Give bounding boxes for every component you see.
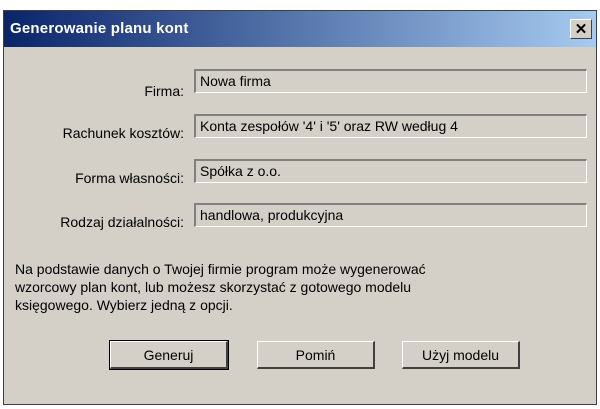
forma-wlasnosci-label: Forma własności: xyxy=(75,170,184,186)
title-bar[interactable]: Generowanie planu kont ✕ xyxy=(4,11,596,47)
rodzaj-dzialalnosci-field: handlowa, produkcyjna xyxy=(194,203,587,227)
rachunek-kosztow-label: Rachunek kosztów: xyxy=(62,125,184,141)
rodzaj-dzialalnosci-label: Rodzaj działalności: xyxy=(60,214,184,230)
close-icon: ✕ xyxy=(574,21,588,38)
dialog-title: Generowanie planu kont xyxy=(10,20,189,37)
firma-field: Nowa firma xyxy=(194,69,587,93)
generate-button-label: Generuj xyxy=(143,346,194,363)
forma-wlasnosci-field: Spółka z o.o. xyxy=(194,159,587,183)
generate-button[interactable]: Generuj xyxy=(109,340,229,370)
rachunek-kosztow-field: Konta zespołów '4' i '5' oraz RW według … xyxy=(194,114,587,138)
info-line: księgowego. Wybierz jedną z opcji. xyxy=(15,297,233,313)
close-button[interactable]: ✕ xyxy=(570,19,592,39)
info-text: Na podstawie danych o Twojej firmie prog… xyxy=(15,260,575,314)
info-line: wzorcowy plan kont, lub możesz skorzysta… xyxy=(15,279,412,295)
use-model-button[interactable]: Użyj modelu xyxy=(402,341,520,369)
skip-button-label: Pomiń xyxy=(295,346,336,363)
skip-button[interactable]: Pomiń xyxy=(257,341,375,369)
info-line: Na podstawie danych o Twojej firmie prog… xyxy=(15,261,426,277)
use-model-button-label: Użyj modelu xyxy=(421,346,500,363)
generate-chart-of-accounts-dialog: Generowanie planu kont ✕ Firma: Nowa fir… xyxy=(3,10,597,405)
firma-label: Firma: xyxy=(144,83,184,99)
